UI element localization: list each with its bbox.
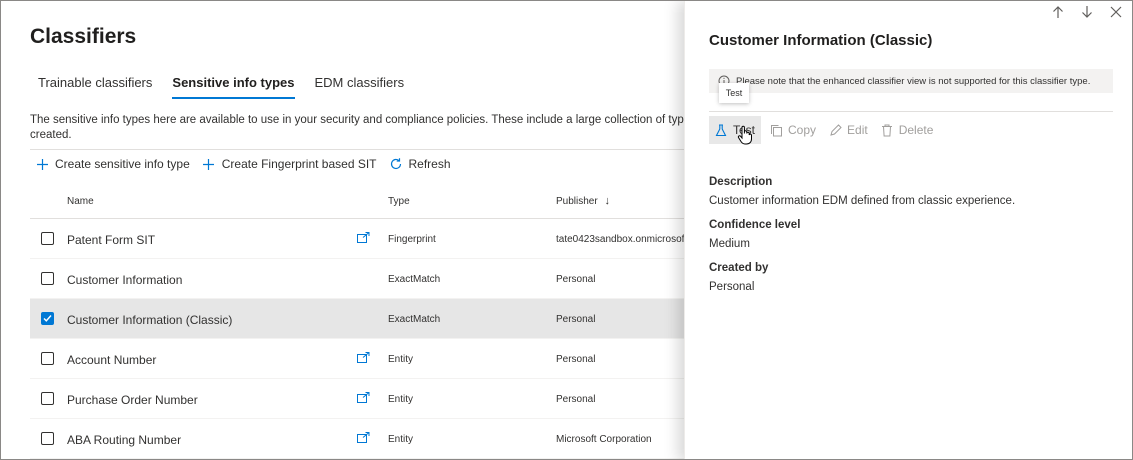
refresh-button[interactable]: Refresh: [389, 157, 451, 171]
divider: [709, 111, 1113, 112]
row-name[interactable]: Account Number: [67, 351, 357, 367]
edit-open-icon[interactable]: [357, 351, 370, 366]
delete-label: Delete: [898, 123, 934, 137]
refresh-icon: [389, 157, 403, 171]
page-description: The sensitive info types here are availa…: [30, 113, 690, 143]
table-row[interactable]: ABA Routing Number Entity Microsoft Corpor…: [30, 419, 690, 459]
confidence-label: Confidence level: [709, 219, 801, 231]
notice-text: Please note that the enhanced classifier…: [736, 75, 1091, 87]
app-window: Classifiers Trainable classifiers Sensit…: [0, 0, 1133, 460]
test-button[interactable]: Test: [709, 116, 762, 144]
tab-bar: Trainable classifiers Sensitive info typ…: [38, 75, 424, 99]
row-publisher: tate0423sandbox.onmicrosoft.c: [556, 234, 690, 245]
row-name[interactable]: ABA Routing Number: [67, 431, 357, 447]
arrow-up-icon[interactable]: [1050, 4, 1066, 20]
divider: [30, 149, 690, 150]
trash-icon: [880, 123, 894, 137]
row-checkbox[interactable]: [41, 352, 54, 365]
copy-button[interactable]: Copy: [765, 116, 820, 144]
header-publisher-label: Publisher: [556, 196, 598, 207]
edit-button[interactable]: Edit: [824, 116, 872, 144]
close-icon[interactable]: [1108, 4, 1124, 20]
row-checkbox[interactable]: [41, 272, 54, 285]
pencil-icon: [828, 123, 842, 137]
table-row[interactable]: Patent Form SIT Fingerprint tate0423sandbo…: [30, 219, 690, 259]
hand-cursor-icon: [737, 125, 753, 145]
edit-open-icon[interactable]: [357, 431, 370, 446]
edit-open-icon[interactable]: [357, 231, 370, 246]
create-fingerprint-label: Create Fingerprint based SIT: [221, 157, 377, 171]
tab-trainable-classifiers[interactable]: Trainable classifiers: [38, 75, 152, 99]
row-publisher: Personal: [556, 314, 596, 325]
plus-icon: [35, 157, 49, 171]
create-fingerprint-sit-button[interactable]: Create Fingerprint based SIT: [202, 157, 377, 171]
description-line-1: The sensitive info types here are availa…: [30, 114, 690, 126]
panel-title: Customer Information (Classic): [709, 32, 933, 49]
copy-label: Copy: [788, 123, 817, 137]
row-type: Entity: [388, 394, 414, 405]
refresh-label: Refresh: [408, 157, 451, 171]
details-panel: Customer Information (Classic) Please no…: [684, 1, 1132, 459]
edit-label: Edit: [847, 123, 868, 137]
row-type: Entity: [388, 434, 414, 445]
row-name[interactable]: Purchase Order Number: [67, 391, 357, 407]
create-sit-label: Create sensitive info type: [55, 157, 190, 171]
table-row[interactable]: Purchase Order Number Entity Personal: [30, 379, 690, 419]
header-type[interactable]: Type: [388, 196, 556, 207]
edit-open-icon[interactable]: [357, 391, 370, 406]
row-type: ExactMatch: [388, 314, 441, 325]
notice-bar: Please note that the enhanced classifier…: [709, 69, 1113, 93]
description-value: Customer information EDM defined from cl…: [709, 195, 1016, 207]
confidence-value: Medium: [709, 238, 750, 250]
copy-icon: [769, 123, 783, 137]
table-body: Patent Form SIT Fingerprint tate0423sandbo…: [30, 219, 690, 459]
row-publisher: Microsoft Corporation: [556, 434, 652, 445]
created-by-value: Personal: [709, 281, 755, 293]
sort-arrow-icon: ↓: [604, 195, 610, 207]
row-checkbox[interactable]: [41, 392, 54, 405]
row-checkbox[interactable]: [41, 432, 54, 445]
test-tooltip: Test: [719, 83, 749, 103]
row-name[interactable]: Customer Information (Classic): [67, 311, 357, 327]
panel-nav: [1050, 4, 1124, 20]
sit-table: Name Type Publisher ↓ Patent Form SIT Fin…: [30, 184, 690, 459]
tab-edm-classifiers[interactable]: EDM classifiers: [315, 75, 405, 99]
toolbar: Create sensitive info type Create Finger…: [35, 157, 463, 171]
table-header: Name Type Publisher ↓: [30, 184, 690, 219]
row-name[interactable]: Customer Information: [67, 271, 357, 287]
table-row[interactable]: Customer Information (Classic) ExactMatch…: [30, 299, 690, 339]
description-line-2: created.: [30, 129, 72, 141]
delete-button[interactable]: Delete: [876, 116, 938, 144]
row-type: Fingerprint: [388, 234, 436, 245]
create-sit-button[interactable]: Create sensitive info type: [35, 157, 190, 171]
page-title: Classifiers: [30, 25, 137, 48]
row-publisher: Personal: [556, 274, 596, 285]
row-publisher: Personal: [556, 394, 596, 405]
row-checkbox[interactable]: [41, 232, 54, 245]
created-by-label: Created by: [709, 262, 769, 274]
arrow-down-icon[interactable]: [1079, 4, 1095, 20]
header-name[interactable]: Name: [67, 196, 357, 207]
flask-icon: [714, 123, 728, 137]
row-type: Entity: [388, 354, 414, 365]
row-name[interactable]: Patent Form SIT: [67, 231, 357, 247]
description-label: Description: [709, 176, 773, 188]
table-row[interactable]: Customer Information ExactMatch Personal: [30, 259, 690, 299]
row-publisher: Personal: [556, 354, 596, 365]
plus-icon: [202, 157, 216, 171]
tab-sensitive-info-types[interactable]: Sensitive info types: [172, 75, 295, 99]
row-checkbox[interactable]: [41, 312, 54, 325]
table-row[interactable]: Account Number Entity Personal: [30, 339, 690, 379]
header-publisher[interactable]: Publisher ↓: [556, 195, 690, 207]
row-type: ExactMatch: [388, 274, 441, 285]
